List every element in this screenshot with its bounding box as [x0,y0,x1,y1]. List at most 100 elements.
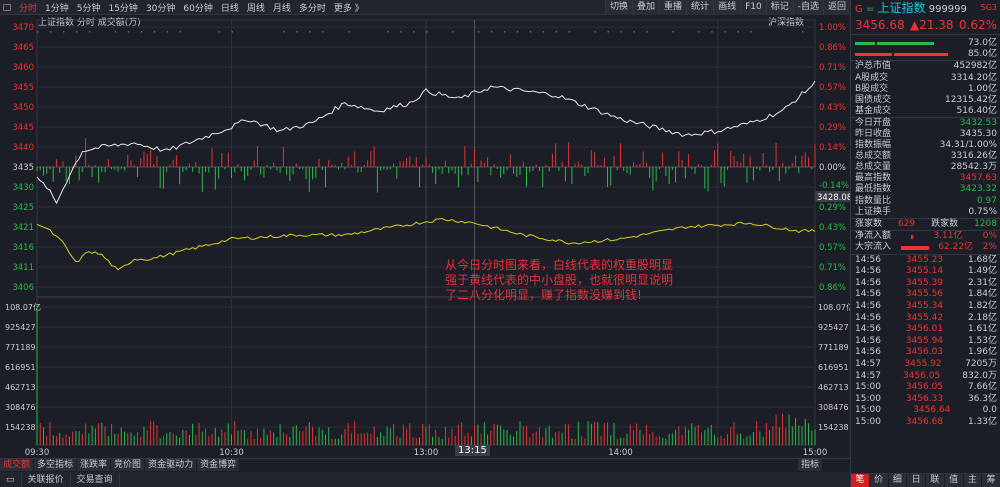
stat-value: 3432.53 [959,118,997,129]
signal-dot [646,31,648,33]
stat-label: 总成交量 [855,162,892,173]
tick-price: 3456.01 [905,324,944,335]
quote-panel: G = 上证指数 999999 SG3 3456.68 ▲21.38 0.62%… [850,0,1000,487]
signal-dot [737,31,739,33]
pct-tick: 0.86% [819,43,846,53]
intraday-chart[interactable]: 3470 1.00% 3465 0.86% 3460 0.71% 3455 0.57% 3450… [0,0,850,458]
signal-dot [698,31,700,33]
tick-time: 14:57 [855,358,881,369]
annotation-line: 了二八分化明显，赚了指数没赚到钱! [445,288,642,302]
cursor-time: 13:15 [455,445,490,456]
price-tick: 3425 [12,203,34,213]
volume-tick: 771189 [5,343,36,352]
flow-row: 净流入额 3.11亿 0% [851,231,1000,242]
tick-row: 14:56 3455.14 1.49亿 [851,266,1000,278]
stat-value: 0.97 [976,195,997,206]
bottom-bar-button[interactable]: 交易查询 [71,472,120,487]
tick-row: 14:56 3455.56 1.84亿 [851,289,1000,301]
indicator-tab[interactable]: 竞价图 [111,459,145,471]
signal-dot [594,31,597,33]
panel-tab[interactable]: 笔 [851,474,869,487]
index-name: 上证指数 [877,1,926,15]
signal-dot [231,31,233,33]
panel-tab[interactable]: 价 [869,474,888,487]
price-tick: 3450 [12,103,34,113]
tick-amount: 7205万 [965,358,997,369]
signal-dot [114,31,117,33]
signal-dot [166,31,169,33]
signal-dot [49,31,52,33]
annotation: 从今日分时图来看，白线代表的权重股明显 强于黄线代表的中小盘股，也就很明显说明 … [445,258,815,303]
indicator-tab[interactable]: 多空指标 [34,459,77,471]
tick-time: 14:56 [855,254,881,265]
signal-dot [529,31,532,33]
volume-tick: 616951 [818,363,849,372]
tick-list[interactable]: 14:56 3455.23 1.68亿 14:56 3455.14 1.49亿 14:56 3… [851,255,1000,429]
panel-tab[interactable]: 值 [944,474,963,487]
stat-row: 指数振幅 34.31/1.00% [851,140,1000,151]
stat-label: 最低指数 [855,184,892,195]
price-tick: 3411 [12,263,34,273]
stat-value: 0.75% [968,206,997,217]
panel-toggle-icon[interactable]: ▭ [0,472,22,487]
tick-price: 3455.94 [905,335,944,346]
tick-amount: 2.31亿 [967,277,997,288]
tick-amount: 1.49亿 [967,266,997,277]
signal-dot [802,31,804,33]
pct-tick: -0.14% [819,181,849,191]
price-tick: 3460 [12,63,34,73]
volume-tick: 616951 [5,363,36,372]
tick-row: 14:56 3455.34 1.82亿 [851,301,1000,313]
tick-price: 3456.68 [905,416,944,427]
indicator-tab[interactable]: 涨跌率 [77,459,111,471]
flow-label: 大宗流入 [855,242,892,253]
tick-amount: 0.0 [982,405,997,416]
stat-label: 指数量比 [855,195,892,206]
tick-price: 3456.33 [905,393,944,404]
bar2-value: 85.0亿 [967,49,997,60]
tick-amount: 1.61亿 [967,324,997,335]
annotation-line: 强于黄线代表的中小盘股，也就很明显说明 [445,273,674,287]
tick-row: 14:56 3455.39 2.31亿 [851,278,1000,290]
tick-row: 14:56 3456.03 1.96亿 [851,347,1000,359]
tick-price: 3455.23 [905,254,944,265]
tick-row: 15:00 3456.05 7.66亿 [851,382,1000,394]
tick-row: 15:00 3456.68 1.33亿 [851,417,1000,429]
index-code: 999999 [928,4,967,15]
indicator-tab[interactable]: 成交额 [0,459,34,471]
tick-amount: 1.68亿 [967,254,997,265]
panel-tab[interactable]: 主 [963,474,982,487]
signal-dot [283,31,285,33]
panel-tab[interactable]: 筹 [982,474,1000,487]
stat-row: 上证换手 0.75% [851,207,1000,218]
signal-dot [127,31,130,33]
flow-pct: 2% [982,242,997,253]
eq-icon: = [865,4,875,15]
stat-value: 3314.20亿 [950,72,997,83]
bottom-bar-button[interactable]: 关联报价 [22,472,71,487]
down-label: 跌家数 [931,219,959,229]
indicator-button[interactable]: 指标 [798,459,823,471]
tick-time: 14:56 [855,335,881,346]
signal-dot [477,31,480,33]
stats-list: 沪总市值 452982亿 A股成交 3314.20亿 B股成交 1.00亿 国债成交 1231… [851,61,1000,218]
tick-time: 14:57 [855,370,881,381]
indicator-tab[interactable]: 资金博弈 [197,459,240,471]
signal-dot [153,31,156,33]
signal-dot [724,31,726,33]
stat-label: B股成交 [855,83,889,94]
panel-tab[interactable]: 日 [907,474,925,487]
signal-dot [179,31,182,33]
bottom-bar: ▭ 关联报价 交易查询 [0,472,850,487]
tick-amount: 7.66亿 [967,382,997,393]
signal-dot [348,31,350,33]
signal-dot [451,31,454,33]
indicator-tab[interactable]: 资金驱动力 [145,459,197,471]
tick-price: 3456.05 [902,370,941,381]
stat-row: A股成交 3314.20亿 [851,73,1000,84]
up-count: 629 [897,219,916,229]
panel-tab[interactable]: 联 [926,474,944,487]
volume-tick: 925427 [5,323,36,332]
panel-tab[interactable]: 细 [888,474,907,487]
tick-row: 14:56 3456.01 1.61亿 [851,324,1000,336]
